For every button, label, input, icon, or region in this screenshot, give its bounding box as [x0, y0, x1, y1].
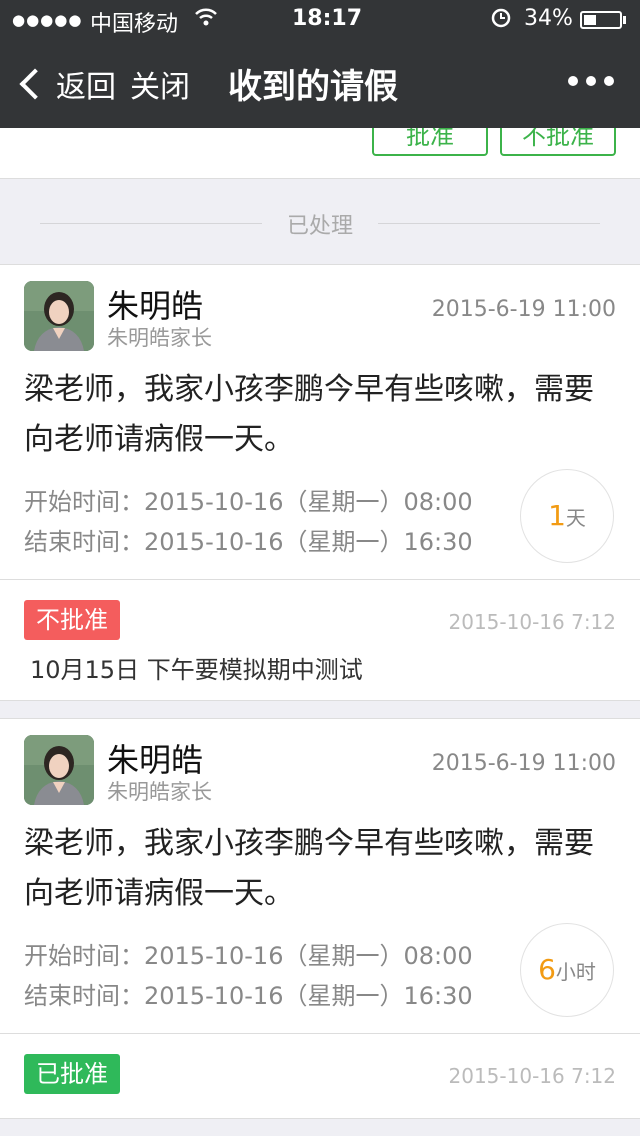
battery-cap — [623, 16, 626, 24]
divider-line-right — [378, 223, 600, 224]
status-bar: ●●●●● 中国移动 18:17 34% — [0, 0, 640, 40]
request-date: 2015-6-19 11:00 — [431, 297, 616, 322]
request-date: 2015-6-19 11:00 — [431, 751, 616, 776]
response-note: 10月15日 下午要模拟期中测试 — [30, 656, 363, 684]
status-badge: 已批准 — [24, 1054, 120, 1094]
battery-percent: 34% — [524, 6, 573, 31]
status-badge: 不批准 — [24, 600, 120, 640]
sender-role: 朱明皓家长 — [107, 326, 212, 350]
duration-badge: 1天 — [520, 469, 614, 563]
request-message: 梁老师，我家小孩李鹏今早有些咳嗽，需要向老师请病假一天。 — [24, 826, 594, 911]
response-section: 不批准 2015-10-16 7:12 10月15日 下午要模拟期中测试 — [0, 580, 640, 701]
duration-unit: 小时 — [555, 960, 596, 984]
request-message: 梁老师，我家小孩李鹏今早有些咳嗽，需要向老师请病假一天。 — [24, 372, 594, 457]
sender-name: 朱明皓 — [107, 287, 204, 325]
response-section: 已批准 2015-10-16 7:12 — [0, 1034, 640, 1119]
back-button[interactable]: 返回 — [18, 62, 116, 106]
alarm-icon — [490, 6, 512, 33]
pending-request-footer: 批准 不批准 — [0, 128, 640, 179]
leave-request-card[interactable]: 朱明皓 朱明皓家长 2015-6-19 11:00 梁老师，我家小孩李鹏今早有些… — [0, 264, 640, 580]
end-time: 结束时间：2015-10-16（星期一）16:30 — [24, 528, 473, 556]
chevron-left-icon — [19, 68, 51, 100]
page-title: 收到的请假 — [228, 67, 398, 107]
duration-value: 6 — [538, 953, 556, 986]
reject-button[interactable]: 不批准 — [500, 128, 616, 156]
end-time: 结束时间：2015-10-16（星期一）16:30 — [24, 982, 473, 1010]
start-time: 开始时间：2015-10-16（星期一）08:00 — [24, 488, 473, 516]
carrier-label: 中国移动 — [90, 12, 179, 37]
start-time: 开始时间：2015-10-16（星期一）08:00 — [24, 942, 473, 970]
sender-name: 朱明皓 — [107, 741, 204, 779]
response-date: 2015-10-16 7:12 — [448, 1064, 617, 1088]
approve-button[interactable]: 批准 — [372, 128, 488, 156]
avatar — [24, 735, 94, 805]
duration-badge: 6小时 — [520, 923, 614, 1017]
section-label: 已处理 — [286, 214, 353, 239]
duration-unit: 天 — [565, 506, 586, 530]
close-button[interactable]: 关闭 — [130, 62, 190, 106]
leave-request-card[interactable]: 朱明皓 朱明皓家长 2015-6-19 11:00 梁老师，我家小孩李鹏今早有些… — [0, 718, 640, 1034]
more-icon[interactable] — [568, 76, 614, 86]
duration-value: 1 — [548, 499, 566, 532]
avatar — [24, 281, 94, 351]
nav-bar: 返回 关闭 收到的请假 — [0, 40, 640, 128]
signal-icon: ●●●●● — [12, 11, 83, 29]
battery-fill — [584, 15, 596, 25]
battery-icon — [580, 11, 622, 29]
clock-time: 18:17 — [292, 6, 363, 31]
back-label: 返回 — [56, 70, 116, 105]
response-date: 2015-10-16 7:12 — [448, 610, 617, 634]
wifi-icon — [194, 6, 218, 33]
section-divider: 已处理 — [0, 180, 640, 264]
sender-role: 朱明皓家长 — [107, 780, 212, 804]
top-bar: ●●●●● 中国移动 18:17 34% 返回 关闭 收到的请假 — [0, 0, 640, 128]
